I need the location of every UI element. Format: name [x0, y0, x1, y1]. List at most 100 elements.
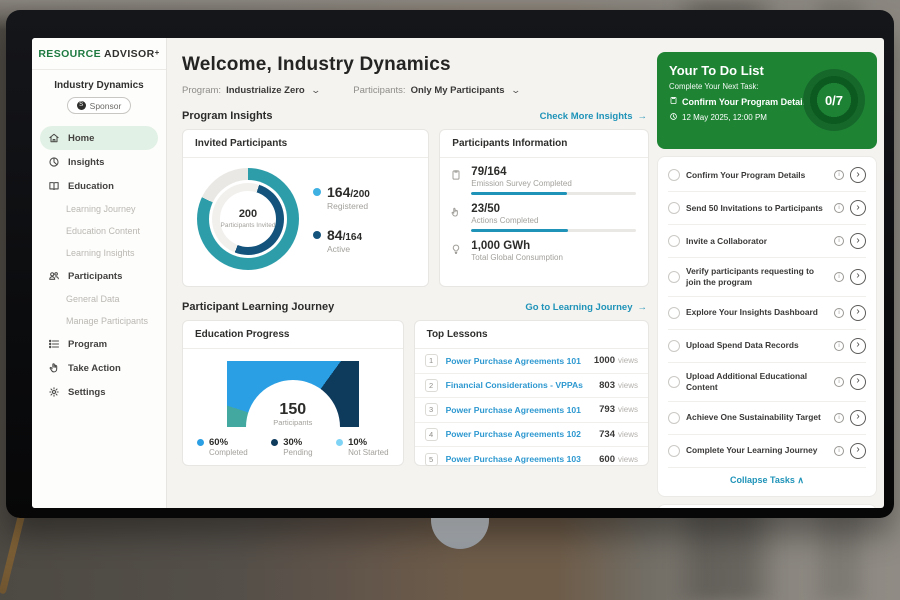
task-checkbox[interactable] [668, 271, 680, 283]
task-label: Achieve One Sustainability Target [686, 412, 828, 423]
program-filter[interactable]: Program: Industrialize Zero ⌄ [182, 85, 319, 96]
participants-information-card: Participants Information 79/164 Emission… [439, 129, 649, 287]
sidebar-item-label: Program [68, 339, 107, 350]
task-checkbox[interactable] [668, 340, 680, 352]
chevron-right-icon: › [856, 340, 859, 350]
info-icon[interactable]: i [834, 272, 844, 282]
chevron-up-icon: ∧ [797, 475, 804, 485]
todo-due-date: 12 May 2025, 12:00 PM [682, 113, 767, 122]
task-row: Upload Additional Educational Content i … [668, 363, 866, 402]
legend-dot [313, 231, 321, 239]
section-title: Participant Learning Journey [182, 301, 334, 313]
task-go-button[interactable]: › [850, 200, 866, 216]
legend-dot [336, 439, 343, 446]
lesson-rank: 5 [425, 453, 438, 466]
task-label: Upload Spend Data Records [686, 340, 828, 351]
task-label: Upload Additional Educational Content [686, 371, 828, 393]
lesson-row: 4 Power Purchase Agreements 102 734 view… [415, 423, 648, 448]
card-title: Top Lessons [415, 321, 648, 349]
lesson-rank: 4 [425, 428, 438, 441]
go-to-learning-journey-link[interactable]: Go to Learning Journey → [525, 302, 647, 313]
task-go-button[interactable]: › [850, 233, 866, 249]
sidebar-item-general-data[interactable]: General Data [40, 288, 158, 310]
check-more-insights-link[interactable]: Check More Insights → [540, 111, 647, 122]
sidebar-item-label: Take Action [68, 363, 121, 374]
chevron-right-icon: › [856, 445, 859, 455]
lesson-link[interactable]: Power Purchase Agreements 101 [446, 356, 594, 366]
sidebar-item-education[interactable]: Education [40, 174, 158, 198]
sidebar-item-education-content[interactable]: Education Content [40, 220, 158, 242]
task-go-button[interactable]: › [850, 443, 866, 459]
task-go-button[interactable]: › [850, 269, 866, 285]
sidebar-item-settings[interactable]: Settings [40, 380, 158, 404]
sponsor-badge: S Sponsor [67, 97, 131, 114]
task-checkbox[interactable] [668, 412, 680, 424]
task-go-button[interactable]: › [850, 410, 866, 426]
task-checkbox[interactable] [668, 445, 680, 457]
sidebar-item-home[interactable]: Home [40, 126, 158, 150]
task-go-button[interactable]: › [850, 167, 866, 183]
participants-icon [48, 270, 60, 282]
info-icon[interactable]: i [834, 236, 844, 246]
sidebar-item-program[interactable]: Program [40, 332, 158, 356]
info-icon[interactable]: i [834, 308, 844, 318]
task-checkbox[interactable] [668, 169, 680, 181]
task-checkbox[interactable] [668, 307, 680, 319]
sidebar-item-take-action[interactable]: Take Action [40, 356, 158, 380]
top-lessons-card: Top Lessons 1 Power Purchase Agreements … [414, 320, 649, 466]
lesson-link[interactable]: Power Purchase Agreements 103 [446, 454, 600, 464]
gauge-center-label: Participants [227, 418, 359, 427]
program-filter-value: Industrialize Zero [226, 85, 305, 96]
todo-counter: 0/7 [825, 93, 843, 108]
sidebar-item-participants[interactable]: Participants [40, 264, 158, 288]
task-go-button[interactable]: › [850, 338, 866, 354]
card-title: Invited Participants [183, 130, 428, 158]
chevron-right-icon: › [856, 376, 859, 386]
education-progress-card: Education Progress 150 Participants 60% [182, 320, 404, 466]
lesson-link[interactable]: Financial Considerations - VPPAs [446, 380, 600, 390]
task-go-button[interactable]: › [850, 374, 866, 390]
info-icon[interactable]: i [834, 446, 844, 456]
lesson-row: 1 Power Purchase Agreements 101 1000 vie… [415, 349, 648, 374]
sidebar-item-label: Insights [68, 157, 104, 168]
collapse-tasks-link[interactable]: Collapse Tasks ∧ [668, 468, 866, 494]
invited-participants-card: Invited Participants 200 Participants In… [182, 129, 429, 287]
info-value: 79/164 [471, 166, 636, 178]
task-go-button[interactable]: › [850, 305, 866, 321]
info-icon[interactable]: i [834, 170, 844, 180]
task-checkbox[interactable] [668, 202, 680, 214]
sidebar-nav: Home Insights Education Learning Journey… [32, 124, 166, 406]
chevron-right-icon: › [856, 203, 859, 213]
sidebar-item-learning-insights[interactable]: Learning Insights [40, 242, 158, 264]
info-icon[interactable]: i [834, 413, 844, 423]
chevron-right-icon: › [856, 271, 859, 281]
lesson-views: 734 [599, 429, 615, 440]
info-icon[interactable]: i [834, 203, 844, 213]
donut-center-label: Participants Invited [221, 222, 276, 230]
lesson-link[interactable]: Power Purchase Agreements 102 [446, 429, 600, 439]
info-icon[interactable]: i [834, 341, 844, 351]
sponsor-badge-label: Sponsor [90, 101, 122, 111]
task-checkbox[interactable] [668, 235, 680, 247]
info-value: 1,000 GWh [471, 240, 636, 252]
todo-next-task: Confirm Your Program Details [682, 97, 810, 107]
page-title: Welcome, Industry Dynamics [182, 54, 649, 76]
program-icon [48, 338, 60, 350]
sidebar-item-insights[interactable]: Insights [40, 150, 158, 174]
legend-active: 84/164 Active [313, 227, 370, 254]
participants-filter[interactable]: Participants: Only My Participants ⌄ [353, 85, 519, 96]
legend-dot [313, 188, 321, 196]
sidebar-item-learning-journey[interactable]: Learning Journey [40, 198, 158, 220]
lesson-views: 793 [599, 404, 615, 415]
legend-label: Pending [283, 448, 312, 457]
card-title: Education Progress [183, 321, 403, 349]
chevron-right-icon: › [856, 236, 859, 246]
home-icon [48, 132, 60, 144]
task-checkbox[interactable] [668, 376, 680, 388]
sidebar-item-label: Education [68, 181, 114, 192]
task-row: Explore Your Insights Dashboard i › [668, 297, 866, 330]
info-icon[interactable]: i [834, 377, 844, 387]
sidebar-item-manage-participants[interactable]: Manage Participants [40, 310, 158, 332]
lesson-link[interactable]: Power Purchase Agreements 101 [446, 405, 600, 415]
main-content: Welcome, Industry Dynamics Program: Indu… [167, 38, 649, 508]
